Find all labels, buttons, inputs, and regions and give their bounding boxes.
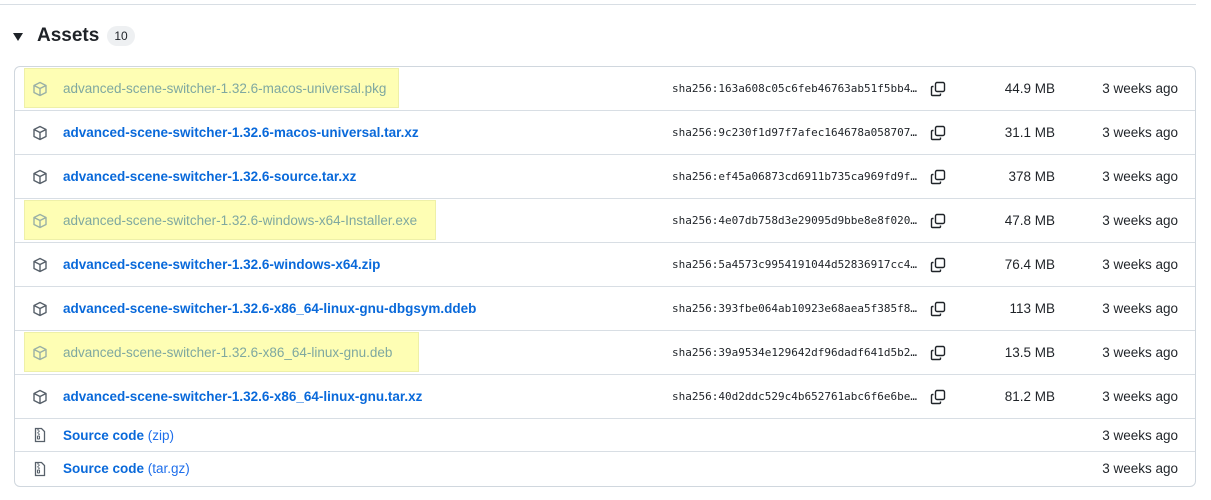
package-icon — [33, 81, 47, 96]
asset-link[interactable]: advanced-scene-switcher-1.32.6-source.ta… — [63, 169, 356, 184]
source-row: Source code (tar.gz) 3 weeks ago — [15, 452, 1195, 485]
source-row: Source code (zip) 3 weeks ago — [15, 419, 1195, 452]
assets-count-badge: 10 — [107, 26, 135, 46]
asset-row: advanced-scene-switcher-1.32.6-x86_64-li… — [15, 375, 1195, 419]
asset-link[interactable]: advanced-scene-switcher-1.32.6-x86_64-li… — [63, 301, 476, 316]
asset-sha: sha256:163a608c05c6feb46763ab51f5bb4… — [672, 82, 918, 95]
asset-link[interactable]: advanced-scene-switcher-1.32.6-macos-uni… — [63, 125, 419, 140]
assets-header[interactable]: Assets 10 — [12, 22, 135, 50]
asset-row: advanced-scene-switcher-1.32.6-source.ta… — [15, 155, 1195, 199]
asset-date: 3 weeks ago — [1102, 427, 1178, 443]
asset-link[interactable]: advanced-scene-switcher-1.32.6-x86_64-li… — [63, 389, 422, 404]
copy-icon[interactable] — [930, 213, 946, 229]
file-zip-icon — [34, 427, 46, 443]
asset-date: 3 weeks ago — [1102, 257, 1178, 272]
asset-row: advanced-scene-switcher-1.32.6-windows-x… — [15, 199, 1195, 243]
source-code-zip-link[interactable]: Source code (zip) — [63, 428, 174, 443]
source-code-targz-link[interactable]: Source code (tar.gz) — [63, 461, 190, 476]
copy-button[interactable] — [930, 287, 946, 330]
copy-button[interactable] — [930, 67, 946, 110]
copy-icon[interactable] — [930, 81, 946, 97]
asset-date: 3 weeks ago — [1102, 301, 1178, 316]
package-icon — [33, 301, 47, 316]
asset-size: 13.5 MB — [1004, 345, 1055, 360]
asset-link[interactable]: advanced-scene-switcher-1.32.6-macos-uni… — [63, 81, 386, 96]
triangle-down-icon[interactable] — [13, 33, 23, 41]
package-icon — [33, 257, 47, 272]
asset-sha: sha256:9c230f1d97f7afec164678a058707… — [672, 126, 918, 139]
asset-row: advanced-scene-switcher-1.32.6-macos-uni… — [15, 67, 1195, 111]
assets-title: Assets — [37, 25, 100, 46]
package-icon — [33, 213, 47, 228]
asset-sha: sha256:4e07db758d3e29095d9bbe8e8f020… — [672, 214, 918, 227]
asset-row: advanced-scene-switcher-1.32.6-macos-uni… — [15, 111, 1195, 155]
copy-button[interactable] — [930, 199, 946, 242]
copy-button[interactable] — [930, 155, 946, 198]
copy-button[interactable] — [930, 331, 946, 374]
asset-link[interactable]: advanced-scene-switcher-1.32.6-windows-x… — [63, 257, 380, 272]
package-icon — [33, 169, 47, 184]
asset-link[interactable]: advanced-scene-switcher-1.32.6-windows-x… — [63, 213, 417, 228]
package-icon — [33, 125, 47, 140]
asset-size: 31.1 MB — [1004, 125, 1055, 140]
copy-icon[interactable] — [930, 125, 946, 141]
asset-date: 3 weeks ago — [1102, 389, 1178, 404]
package-icon — [33, 345, 47, 360]
file-zip-icon — [34, 461, 46, 476]
asset-sha: sha256:393fbe064ab10923e68aea5f385f8… — [672, 302, 918, 315]
asset-date: 3 weeks ago — [1102, 345, 1178, 360]
source-suffix: (zip) — [147, 427, 175, 443]
asset-size: 113 MB — [1009, 301, 1055, 316]
asset-date: 3 weeks ago — [1102, 81, 1178, 96]
asset-date: 3 weeks ago — [1102, 169, 1178, 184]
copy-button[interactable] — [930, 243, 946, 286]
package-icon — [33, 389, 47, 404]
asset-row: advanced-scene-switcher-1.32.6-x86_64-li… — [15, 331, 1195, 375]
asset-date: 3 weeks ago — [1102, 213, 1178, 228]
asset-size: 44.9 MB — [1004, 81, 1055, 96]
copy-icon[interactable] — [930, 257, 946, 273]
source-suffix: (tar.gz) — [147, 461, 190, 476]
asset-date: 3 weeks ago — [1102, 125, 1178, 140]
copy-icon[interactable] — [930, 389, 946, 405]
asset-row: advanced-scene-switcher-1.32.6-x86_64-li… — [15, 287, 1195, 331]
copy-button[interactable] — [930, 375, 946, 418]
top-divider — [0, 4, 1196, 5]
asset-sha: sha256:ef45a06873cd6911b735ca969fd9f… — [672, 170, 918, 183]
source-label: Source code — [63, 461, 145, 476]
asset-size: 81.2 MB — [1004, 389, 1055, 404]
asset-size: 47.8 MB — [1004, 213, 1055, 228]
asset-sha: sha256:5a4573c9954191044d52836917cc4… — [672, 258, 918, 271]
copy-button[interactable] — [930, 111, 946, 154]
asset-size: 378 MB — [1008, 169, 1055, 184]
source-label: Source code — [63, 427, 145, 443]
asset-sha: sha256:40d2ddc529c4b652761abc6f6e6be… — [672, 390, 918, 403]
asset-link[interactable]: advanced-scene-switcher-1.32.6-x86_64-li… — [63, 345, 392, 360]
asset-size: 76.4 MB — [1004, 257, 1055, 272]
copy-icon[interactable] — [930, 169, 946, 185]
asset-date: 3 weeks ago — [1102, 461, 1178, 476]
asset-row: advanced-scene-switcher-1.32.6-windows-x… — [15, 243, 1195, 287]
copy-icon[interactable] — [930, 345, 946, 361]
copy-icon[interactable] — [930, 301, 946, 317]
asset-sha: sha256:39a9534e129642df96dadf641d5b2… — [672, 346, 918, 359]
assets-list: advanced-scene-switcher-1.32.6-macos-uni… — [14, 66, 1196, 487]
